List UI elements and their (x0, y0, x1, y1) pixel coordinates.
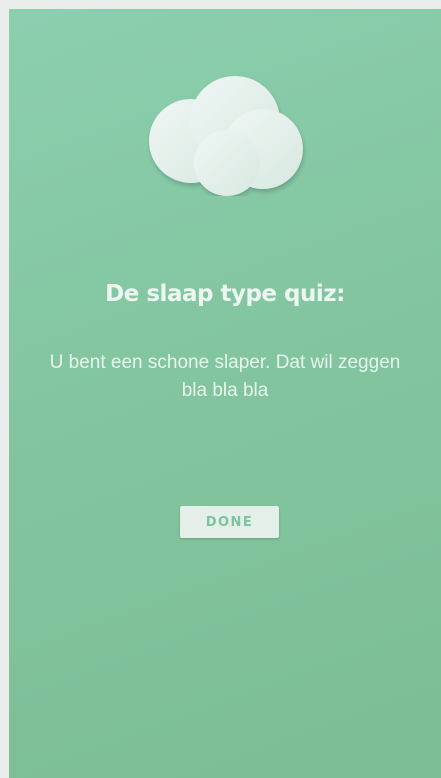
done-button[interactable]: DONE (180, 506, 279, 538)
quiz-result-screen: De slaap type quiz: U bent een schone sl… (9, 9, 441, 778)
cloud-icon (149, 76, 303, 196)
result-message: U bent een schone slaper. Dat wil zeggen… (49, 352, 401, 401)
quiz-title: De slaap type quiz: (105, 281, 345, 307)
